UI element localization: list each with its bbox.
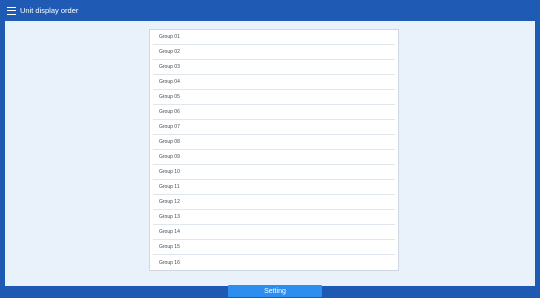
group-list-item[interactable]: Group 09 [153, 150, 395, 165]
group-list-item[interactable]: Group 15 [153, 240, 395, 255]
group-list-item[interactable]: Group 14 [153, 225, 395, 240]
group-list-item[interactable]: Group 05 [153, 90, 395, 105]
group-list: Group 01 Group 02 Group 03 Group 04 Group 05… [149, 29, 399, 271]
group-list-item[interactable]: Group 11 [153, 180, 395, 195]
hamburger-menu-icon[interactable] [7, 6, 16, 15]
group-list-item[interactable]: Group 13 [153, 210, 395, 225]
group-list-item[interactable]: Group 16 [153, 255, 395, 270]
group-list-item[interactable]: Group 01 [153, 30, 395, 45]
group-list-item[interactable]: Group 04 [153, 75, 395, 90]
group-list-item[interactable]: Group 02 [153, 45, 395, 60]
group-list-item[interactable]: Group 07 [153, 120, 395, 135]
group-list-item[interactable]: Group 06 [153, 105, 395, 120]
group-list-item[interactable]: Group 08 [153, 135, 395, 150]
page-title: Unit display order [20, 6, 79, 15]
setting-button[interactable]: Setting [228, 285, 322, 297]
group-list-item[interactable]: Group 10 [153, 165, 395, 180]
group-list-item[interactable]: Group 03 [153, 60, 395, 75]
title-bar: Unit display order [0, 0, 540, 21]
group-list-item[interactable]: Group 12 [153, 195, 395, 210]
content-area: Group 01 Group 02 Group 03 Group 04 Group 05… [5, 21, 535, 286]
